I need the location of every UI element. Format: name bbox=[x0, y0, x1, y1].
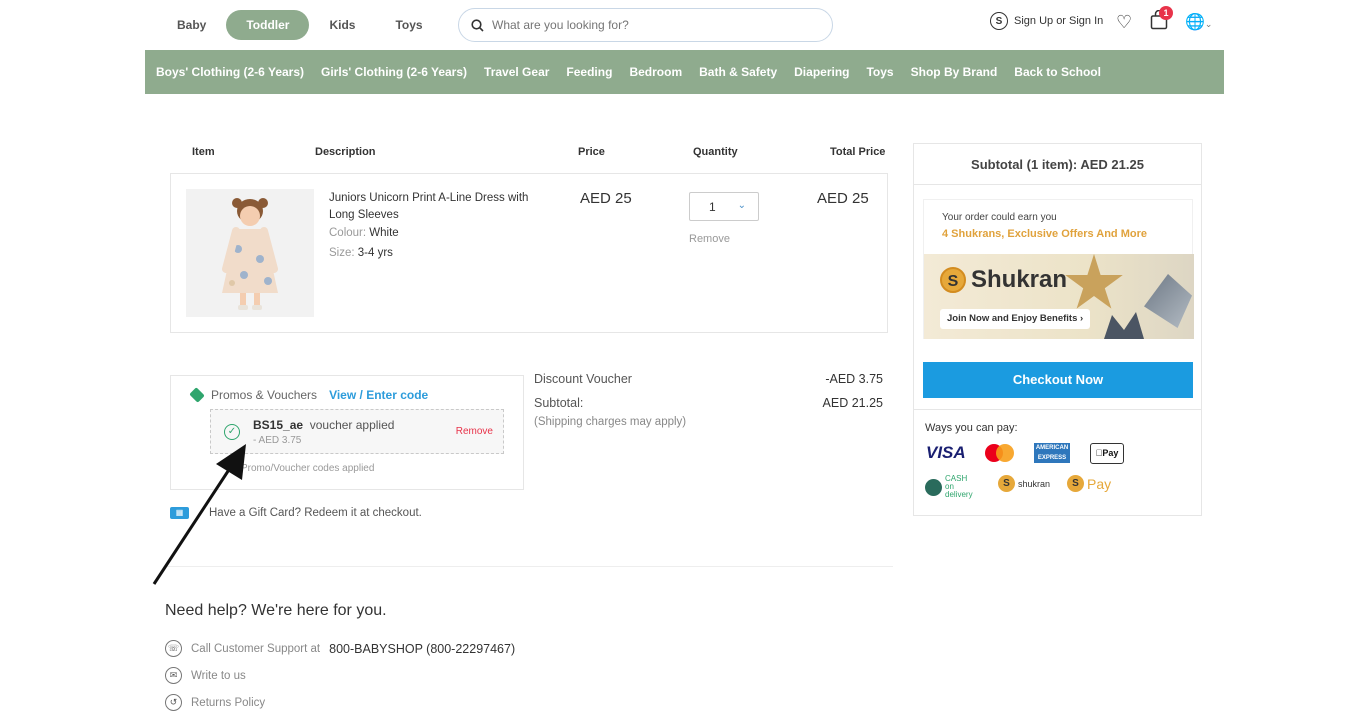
nav-item-diapering[interactable]: Diapering bbox=[794, 65, 849, 79]
join-shukran-button[interactable]: Join Now and Enjoy Benefits › bbox=[940, 309, 1091, 329]
nav-item-back-to-school[interactable]: Back to School bbox=[1014, 65, 1101, 79]
subtotal-value: AED 21.25 bbox=[822, 396, 883, 410]
subtotal-label: Subtotal: bbox=[534, 396, 584, 410]
product-size: Size: 3-4 yrs bbox=[329, 247, 393, 259]
nav-item-bedroom[interactable]: Bedroom bbox=[629, 65, 682, 79]
pay-divider bbox=[914, 409, 1201, 410]
account-label: Sign Up or Sign In bbox=[1014, 15, 1104, 27]
remove-item-link[interactable]: Remove bbox=[689, 233, 730, 245]
earn-text: Your order could earn you bbox=[942, 212, 1057, 223]
shukran-label: shukran bbox=[1018, 478, 1051, 489]
header-total: Total Price bbox=[830, 146, 886, 158]
divider bbox=[165, 566, 893, 567]
cart-count-badge: 1 bbox=[1159, 6, 1173, 20]
product-colour: Colour: White bbox=[329, 227, 399, 239]
returns-label: Returns Policy bbox=[191, 696, 266, 709]
write-row[interactable]: ✉ Write to us bbox=[165, 667, 246, 684]
returns-row[interactable]: ↺ Returns Policy bbox=[165, 694, 265, 711]
discount-label: Discount Voucher bbox=[534, 372, 632, 386]
promo-title: Promos & Vouchers bbox=[211, 388, 318, 402]
shukran-s-icon: S bbox=[1067, 475, 1084, 492]
phone-icon: ☏ bbox=[165, 640, 182, 657]
language-globe-icon[interactable]: 🌐⌄ bbox=[1185, 12, 1212, 32]
cash-icon bbox=[925, 478, 942, 496]
product-image[interactable] bbox=[186, 189, 314, 317]
product-price: AED 25 bbox=[580, 190, 632, 207]
search-icon bbox=[471, 18, 484, 32]
s-pay-label: Pay bbox=[1087, 475, 1112, 492]
visa-logo: VISA bbox=[926, 443, 966, 462]
quantity-select[interactable]: 1 ⌄ bbox=[689, 192, 759, 221]
shard-decoration-icon bbox=[1144, 274, 1192, 328]
chevron-down-icon: ⌄ bbox=[737, 200, 746, 211]
star-decoration-icon bbox=[1065, 254, 1123, 309]
shukran-s-icon: S bbox=[940, 267, 966, 293]
header-item: Item bbox=[192, 146, 215, 158]
segment-toys[interactable]: Toys bbox=[375, 10, 442, 40]
s-pay-logo: S Pay bbox=[1067, 475, 1111, 492]
nav-item-travel-gear[interactable]: Travel Gear bbox=[484, 65, 549, 79]
shipping-note: (Shipping charges may apply) bbox=[534, 416, 687, 428]
panel-subtotal: Subtotal (1 item): AED 21.25 bbox=[914, 144, 1201, 185]
shukran-logo: S Shukran bbox=[940, 266, 1067, 294]
crown-decoration-icon bbox=[1104, 312, 1144, 339]
earn-link[interactable]: 4 Shukrans, Exclusive Offers And More bbox=[942, 228, 1147, 240]
account-link[interactable]: S Sign Up or Sign In bbox=[990, 12, 1103, 30]
nav-item-feeding[interactable]: Feeding bbox=[566, 65, 612, 79]
support-number: 800-BABYSHOP (800-22297467) bbox=[329, 641, 516, 656]
voucher-code: BS15_ae voucher applied bbox=[253, 418, 395, 432]
cash-on-delivery-logo: CASH on delivery bbox=[925, 475, 977, 499]
amex-logo: AMERICAN EXPRESS bbox=[1034, 443, 1070, 463]
support-label: Call Customer Support at bbox=[191, 642, 321, 655]
voucher-amount: - AED 3.75 bbox=[253, 435, 302, 446]
cart-page: Baby Toddler Kids Toys S Sign Up or Sign… bbox=[0, 0, 1368, 720]
shukran-pay-logo: S shukran bbox=[998, 475, 1050, 492]
shukran-banner[interactable]: S Shukran Join Now and Enjoy Benefits › bbox=[924, 254, 1194, 339]
category-nav: Boys' Clothing (2-6 Years) Girls' Clothi… bbox=[145, 50, 1224, 94]
apple-pay-logo: Pay bbox=[1090, 443, 1124, 464]
check-icon: ✓ bbox=[224, 424, 240, 440]
mastercard-logo bbox=[985, 444, 1015, 464]
mail-icon: ✉ bbox=[165, 667, 182, 684]
search-bar[interactable] bbox=[458, 8, 833, 42]
pay-title: Ways you can pay: bbox=[925, 422, 1018, 434]
promo-note: Promo/Voucher codes applied bbox=[241, 463, 375, 474]
segment-kids[interactable]: Kids bbox=[309, 10, 375, 40]
cod-label: CASH on delivery bbox=[945, 474, 973, 499]
support-row[interactable]: ☏ Call Customer Support at 800-BABYSHOP … bbox=[165, 640, 515, 657]
discount-value: -AED 3.75 bbox=[825, 372, 883, 386]
header-price: Price bbox=[578, 146, 605, 158]
nav-item-boys-clothing[interactable]: Boys' Clothing (2-6 Years) bbox=[156, 65, 304, 79]
product-name[interactable]: Juniors Unicorn Print A-Line Dress with … bbox=[329, 190, 544, 224]
annotation-arrow-icon bbox=[152, 444, 246, 585]
wishlist-heart-icon[interactable]: ♡ bbox=[1116, 12, 1132, 33]
cart-item-row: Juniors Unicorn Print A-Line Dress with … bbox=[170, 173, 888, 333]
help-title: Need help? We're here for you. bbox=[165, 602, 387, 619]
promo-header: Promos & Vouchers View / Enter code bbox=[189, 387, 428, 403]
search-input[interactable] bbox=[492, 18, 812, 32]
header-description: Description bbox=[315, 146, 376, 158]
tag-icon bbox=[189, 387, 205, 403]
checkout-button[interactable]: Checkout Now bbox=[923, 362, 1193, 398]
shukran-s-icon: S bbox=[990, 12, 1008, 30]
shukran-s-icon: S bbox=[998, 475, 1015, 492]
enter-code-link[interactable]: View / Enter code bbox=[329, 388, 428, 402]
segment-baby[interactable]: Baby bbox=[157, 10, 226, 40]
returns-icon: ↺ bbox=[165, 694, 182, 711]
top-bar: Baby Toddler Kids Toys S Sign Up or Sign… bbox=[145, 0, 1224, 50]
header-quantity: Quantity bbox=[693, 146, 738, 158]
segment-toddler[interactable]: Toddler bbox=[226, 10, 310, 40]
product-total: AED 25 bbox=[817, 190, 869, 207]
order-summary-panel: Subtotal (1 item): AED 21.25 Your order … bbox=[913, 143, 1202, 516]
write-label: Write to us bbox=[191, 669, 246, 682]
shukran-earn-box: Your order could earn you 4 Shukrans, Ex… bbox=[923, 199, 1194, 339]
shukran-brand: Shukran bbox=[971, 266, 1068, 293]
remove-voucher-link[interactable]: Remove bbox=[456, 426, 493, 437]
nav-item-girls-clothing[interactable]: Girls' Clothing (2-6 Years) bbox=[321, 65, 467, 79]
nav-item-bath-safety[interactable]: Bath & Safety bbox=[699, 65, 777, 79]
nav-item-shop-by-brand[interactable]: Shop By Brand bbox=[911, 65, 998, 79]
nav-item-toys[interactable]: Toys bbox=[866, 65, 893, 79]
